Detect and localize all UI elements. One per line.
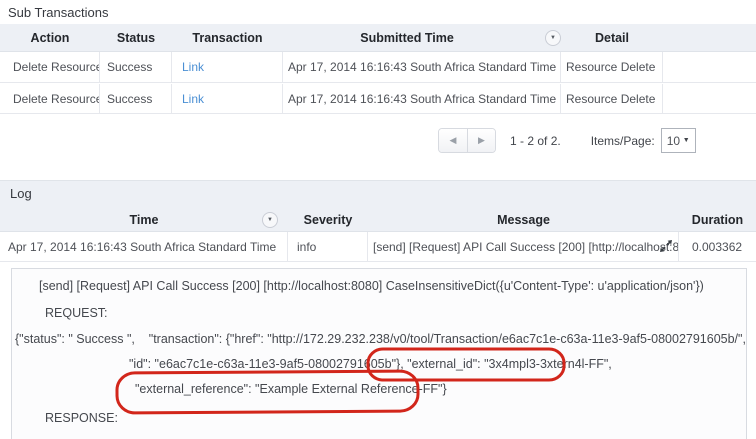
transaction-link[interactable]: Link (182, 92, 204, 106)
cell-empty (663, 52, 756, 82)
cell-empty (663, 84, 756, 113)
arrow-right-icon: ▶ (478, 135, 485, 146)
cell-transaction: Link (172, 52, 283, 82)
cell-detail: Resource Delete (561, 52, 663, 82)
column-header-status[interactable]: Status (100, 24, 172, 51)
submitted-time-sort-icon[interactable]: ▼ (545, 30, 561, 46)
items-per-page-select[interactable]: 10 ▼ (661, 128, 696, 153)
log-header: Log Time ▼ Severity Message Duration (0, 180, 756, 232)
next-page-button[interactable]: ▶ (467, 129, 495, 152)
page-range-text: 1 - 2 of 2. (510, 134, 561, 148)
cell-submitted-time: Apr 17, 2014 16:16:43 South Africa Stand… (283, 52, 561, 82)
cell-detail: Resource Delete (561, 84, 663, 113)
log-detail-line: REQUEST: (45, 306, 108, 320)
cell-submitted-time: Apr 17, 2014 16:16:43 South Africa Stand… (283, 84, 561, 113)
log-detail-line: {"status": " Success ", "transaction": {… (15, 332, 746, 346)
cell-severity: info (288, 232, 368, 261)
page: Sub Transactions Action Status Transacti… (0, 0, 756, 439)
column-header-time[interactable]: Time (0, 207, 288, 233)
transaction-link[interactable]: Link (182, 60, 204, 74)
triangle-down-icon: ▼ (267, 217, 273, 223)
arrow-left-icon: ◀ (450, 135, 457, 146)
sub-transaction-row: Delete Resource Success Link Apr 17, 201… (0, 52, 756, 83)
log-detail-line: RESPONSE: (45, 411, 118, 425)
time-sort-icon[interactable]: ▼ (262, 212, 278, 228)
triangle-down-icon: ▼ (550, 35, 556, 41)
cell-status: Success (100, 84, 172, 113)
sub-transactions-header: Action Status Transaction Submitted Time… (0, 24, 756, 52)
log-title: Log (10, 186, 32, 201)
cell-action: Delete Resource (0, 84, 100, 113)
cell-action: Delete Resource (0, 52, 100, 82)
cell-message: [send] [Request] API Call Success [200] … (368, 232, 679, 261)
pagination: ◀ ▶ 1 - 2 of 2. Items/Page: 10 ▼ (438, 128, 696, 153)
message-text: [send] [Request] API Call Success [200] … (373, 240, 679, 254)
column-header-severity[interactable]: Severity (288, 207, 368, 233)
previous-page-button[interactable]: ◀ (439, 129, 467, 152)
log-detail-panel: [send] [Request] API Call Success [200] … (11, 268, 747, 439)
sub-transaction-row: Delete Resource Success Link Apr 17, 201… (0, 84, 756, 114)
items-per-page-label: Items/Page: (591, 134, 655, 148)
sub-transactions-title: Sub Transactions (8, 5, 108, 20)
cell-transaction: Link (172, 84, 283, 113)
log-detail-line: [send] [Request] API Call Success [200] … (39, 279, 704, 293)
column-header-message[interactable]: Message (368, 207, 679, 233)
expand-message-icon[interactable] (659, 239, 673, 253)
log-detail-line: "id": "e6ac7c1e-c63a-11e3-9af5-080027916… (129, 357, 612, 371)
column-header-transaction[interactable]: Transaction (172, 24, 283, 51)
cell-status: Success (100, 52, 172, 82)
chevron-down-icon: ▼ (683, 137, 690, 144)
log-row: Apr 17, 2014 16:16:43 South Africa Stand… (0, 232, 756, 262)
column-header-submitted-time[interactable]: Submitted Time (283, 24, 561, 51)
column-header-duration[interactable]: Duration (679, 207, 756, 233)
column-header-detail[interactable]: Detail (561, 24, 663, 51)
column-header-action[interactable]: Action (0, 24, 100, 51)
items-per-page-value: 10 (667, 134, 680, 148)
log-detail-line: "external_reference": "Example External … (135, 382, 447, 396)
cell-time: Apr 17, 2014 16:16:43 South Africa Stand… (0, 232, 288, 261)
pager-buttons: ◀ ▶ (438, 128, 496, 153)
cell-duration: 0.003362 (679, 232, 756, 261)
